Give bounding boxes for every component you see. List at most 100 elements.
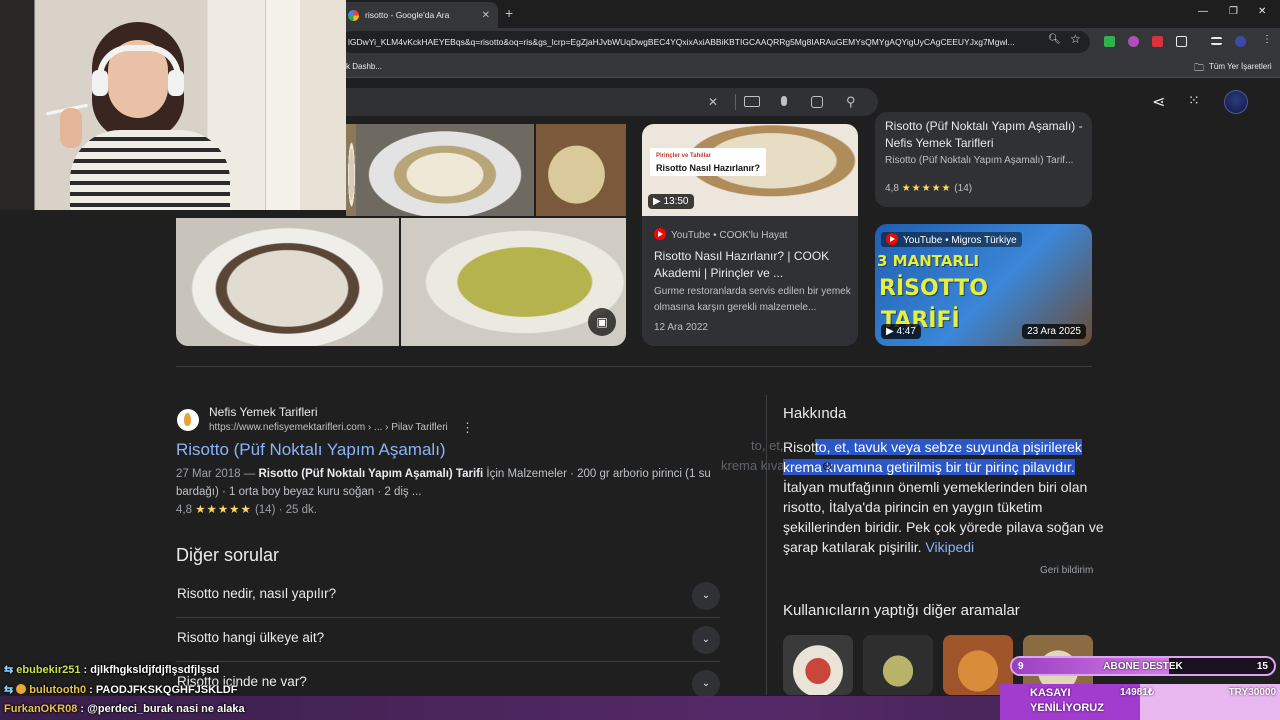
chat-icon: ⇆ bbox=[4, 684, 17, 696]
video-description: Gurme restoranlarda servis edilen bir ye… bbox=[654, 286, 851, 313]
related-search-thumb[interactable] bbox=[863, 635, 933, 695]
star-rating-icon: ★★★★★ bbox=[195, 504, 252, 516]
profile-icon[interactable] bbox=[1235, 36, 1246, 47]
result-snippet: 27 Mar 2018 — Risotto (Püf Noktalı Yapım… bbox=[176, 468, 711, 480]
menu-dots-icon[interactable]: ⋮ bbox=[1262, 34, 1272, 45]
site-favicon-icon[interactable] bbox=[177, 409, 199, 431]
cursor-icon: ⊛ bbox=[822, 459, 833, 473]
badge-icon bbox=[16, 684, 27, 694]
bookmark-folder-icon: 🗀 bbox=[1194, 63, 1204, 74]
result-site-name[interactable]: Nefis Yemek Tarifleri bbox=[209, 405, 318, 419]
video-title[interactable]: Risotto Nasıl Hazırlanır? | COOK Akademi… bbox=[654, 248, 850, 282]
video-duration: ▶ 13:50 bbox=[648, 194, 694, 209]
chevron-down-icon[interactable]: ⌄ bbox=[692, 626, 720, 654]
video-thumbnail: Pirinçler ve Tahıllar Risotto Nasıl Hazı… bbox=[642, 124, 858, 216]
goal-target: 15 bbox=[1256, 661, 1268, 672]
risotto-image[interactable]: ▣ bbox=[401, 218, 626, 346]
question-text: Risotto nedir, nasıl yapılır? bbox=[177, 586, 337, 601]
lens-icon[interactable] bbox=[811, 96, 823, 108]
drag-ghost-text: to, et, bbox=[751, 438, 784, 453]
donation-goal: KASAYI YENİLİYORUZ 14981₺ TRY30000 bbox=[1000, 684, 1280, 720]
risotto-image[interactable] bbox=[536, 124, 626, 216]
extension-icon[interactable] bbox=[1104, 36, 1115, 47]
tab-title: risotto - Google'da Ara bbox=[365, 10, 450, 20]
about-line: İtalyan mutfağının önemli yemeklerinden … bbox=[783, 479, 1088, 495]
feedback-link[interactable]: Geri bildirim bbox=[1040, 565, 1093, 576]
selected-text: to, et, tavuk veya sebze suyunda pişiril… bbox=[814, 439, 1082, 455]
extension-icon[interactable] bbox=[1128, 36, 1139, 47]
chat-message: ⇆ ebubekir251 : djlkfhgksldjfdjflşsdfjlş… bbox=[4, 664, 220, 676]
question-item[interactable]: Risotto nedir, nasıl yapılır? ⌄ bbox=[176, 574, 720, 618]
question-text: Risotto hangi ülkeye ait? bbox=[177, 630, 325, 645]
plus-icon[interactable]: + bbox=[505, 5, 513, 21]
thumb-overlay-caption: Pirinçler ve Tahıllar bbox=[656, 153, 711, 159]
webcam-overlay bbox=[0, 0, 346, 210]
mic-icon[interactable] bbox=[781, 96, 787, 106]
questions-heading: Diğer sorular bbox=[176, 545, 280, 565]
result-title[interactable]: Risotto (Püf Noktalı Yapım Aşamalı) bbox=[176, 440, 446, 460]
video-duration: ▶ 4:47 bbox=[881, 324, 921, 339]
star-rating-icon: ★★★★★ bbox=[901, 183, 952, 194]
apps-icon[interactable]: ⁙ bbox=[1188, 92, 1200, 109]
goal-label: KASAYI YENİLİYORUZ bbox=[1030, 687, 1104, 714]
related-searches-heading: Kullanıcıların yaptığı diğer aramalar bbox=[783, 602, 1020, 619]
video-source: YouTube • Migros Türkiye bbox=[881, 232, 1022, 247]
avatar[interactable] bbox=[1224, 90, 1248, 114]
video-date: 23 Ara 2025 bbox=[1022, 324, 1086, 339]
recipe-title[interactable]: Risotto (Püf Noktalı Yapım Aşamalı) - Ne… bbox=[885, 118, 1085, 152]
bookmark-item[interactable]: k Dashb... bbox=[346, 62, 382, 71]
tab-active[interactable]: risotto - Google'da Ara ✕ bbox=[340, 2, 498, 28]
more-vert-icon[interactable]: ⋮ bbox=[461, 420, 474, 436]
share-icon[interactable]: ⋖ bbox=[1152, 92, 1165, 112]
restore-icon[interactable]: ❐ bbox=[1229, 6, 1238, 17]
all-bookmarks[interactable]: Tüm Yer İşaretleri bbox=[1209, 62, 1272, 71]
youtube-icon bbox=[886, 233, 898, 245]
thumb-overlay-text: RİSOTTO bbox=[879, 276, 988, 301]
section-divider bbox=[176, 366, 1092, 367]
chat-message: FurkanOKR08 : @perdeci_burak nasi ne ala… bbox=[4, 703, 245, 715]
thumb-overlay-text: 3 MANTARLI bbox=[877, 252, 980, 270]
risotto-image[interactable] bbox=[176, 218, 399, 346]
recipe-snippet: Risotto (Püf Noktalı Yapım Aşamalı) Tari… bbox=[885, 155, 1074, 166]
chevron-down-icon[interactable]: ⌄ bbox=[692, 670, 720, 698]
extension-icon[interactable] bbox=[1152, 36, 1163, 47]
about-line: risotto, İtalya'da pirincin en yaygın tü… bbox=[783, 499, 1043, 515]
close-icon[interactable]: ✕ bbox=[482, 10, 490, 21]
image-search-icon[interactable]: ▣ bbox=[588, 308, 616, 336]
goal-label: ABONE DESTEK bbox=[1103, 661, 1183, 672]
related-search-thumb[interactable] bbox=[783, 635, 853, 695]
subscriber-goal: 9 ABONE DESTEK 15 bbox=[1010, 656, 1276, 676]
close-window-icon[interactable]: ✕ bbox=[1258, 6, 1266, 17]
google-favicon-icon bbox=[348, 9, 359, 21]
about-line: Risotto, et, tavuk veya sebze suyunda pi… bbox=[783, 439, 1082, 455]
chevron-down-icon[interactable]: ⌄ bbox=[692, 582, 720, 610]
question-item[interactable]: Risotto hangi ülkeye ait? ⌄ bbox=[176, 618, 720, 662]
search-icon[interactable]: ⚲ bbox=[846, 94, 856, 110]
search-input[interactable]: ✕ ⚲ bbox=[300, 88, 878, 116]
keyboard-icon[interactable] bbox=[744, 96, 760, 107]
chat-icon: ⇆ bbox=[4, 664, 17, 676]
clear-icon[interactable]: ✕ bbox=[708, 95, 718, 109]
url-text: lGDwYi_KLM4vKckHAEYEBqs&q=risotto&oq=ris… bbox=[348, 37, 1015, 47]
goal-target: TRY30000 bbox=[1228, 687, 1276, 698]
result-snippet-line2: bardağı) · 1 orta boy beyaz kuru soğan ·… bbox=[176, 486, 422, 498]
address-bar[interactable]: lGDwYi_KLM4vKckHAEYEBqs&q=risotto&oq=ris… bbox=[340, 31, 1090, 53]
zoom-icon[interactable]: 🔍︎ bbox=[1048, 34, 1061, 45]
risotto-image[interactable] bbox=[346, 124, 356, 216]
risotto-image[interactable] bbox=[356, 124, 534, 216]
wikipedia-link[interactable]: Vikipedi bbox=[925, 539, 974, 555]
extensions-puzzle-icon[interactable] bbox=[1176, 36, 1187, 47]
about-line: şarap katılarak pişirilir. Vikipedi bbox=[783, 539, 975, 555]
video-card[interactable]: YouTube • Migros Türkiye 3 MANTARLI RİSO… bbox=[875, 224, 1092, 346]
recipe-rating: 4,8 ★★★★★ (14) bbox=[885, 183, 973, 194]
star-icon[interactable]: ☆ bbox=[1070, 32, 1081, 46]
video-card[interactable]: Pirinçler ve Tahıllar Risotto Nasıl Hazı… bbox=[642, 124, 858, 346]
minimize-icon[interactable]: — bbox=[1198, 6, 1208, 17]
result-url[interactable]: https://www.nefisyemektarifleri.com › ..… bbox=[209, 422, 448, 433]
video-source: YouTube • COOK'lu Hayat bbox=[654, 228, 787, 244]
recipe-card[interactable]: Risotto (Püf Noktalı Yapım Aşamalı) - Ne… bbox=[875, 112, 1092, 207]
video-date: 12 Ara 2022 bbox=[654, 322, 708, 333]
about-heading: Hakkında bbox=[783, 405, 847, 422]
reading-list-icon[interactable] bbox=[1211, 37, 1222, 45]
about-line: şekillerinden biridir. Pek çok yörede pi… bbox=[783, 519, 1104, 535]
